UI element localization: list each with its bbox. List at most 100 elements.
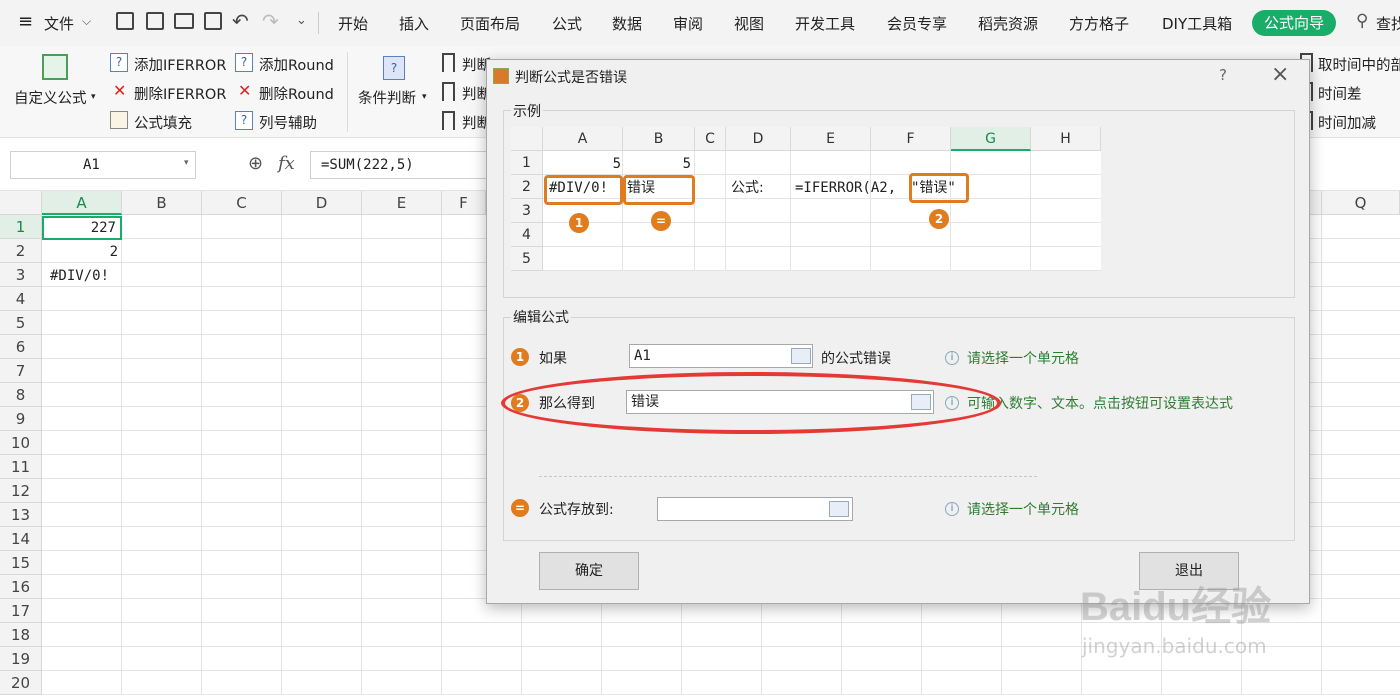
col-header-c[interactable]: C — [202, 191, 282, 215]
preview-icon[interactable] — [204, 12, 222, 30]
tab-diy-toolbox[interactable]: DIY工具箱 — [1162, 13, 1232, 34]
tab-formulas[interactable]: 公式 — [552, 13, 582, 34]
select-range-icon[interactable] — [829, 501, 849, 517]
row-header-2[interactable]: 2 — [0, 239, 42, 263]
row-header-20[interactable]: 20 — [0, 671, 42, 695]
add-round-button[interactable]: 添加Round — [259, 54, 334, 75]
file-menu[interactable]: 文件 — [44, 13, 74, 34]
help-icon: ? — [110, 53, 128, 72]
ex-cell-b1: 5 — [682, 156, 691, 172]
formula-input[interactable]: =SUM(222,5) — [310, 151, 490, 179]
tab-docer[interactable]: 稻壳资源 — [978, 13, 1038, 34]
ex-formula: =IFERROR(A2, — [795, 180, 897, 196]
col-header-q[interactable]: Q — [1322, 191, 1400, 215]
search-label[interactable]: 查找 — [1376, 13, 1400, 34]
bookmark-icon — [442, 82, 455, 101]
delete-iferror-button[interactable]: 删除IFERROR — [134, 83, 226, 104]
tab-formula-wizard[interactable]: 公式向导 — [1252, 10, 1336, 36]
col-header-a[interactable]: A — [42, 191, 122, 215]
custom-formula-button[interactable]: 自定义公式 — [14, 87, 87, 108]
print-icon[interactable] — [174, 13, 194, 29]
store-cell-input[interactable] — [657, 497, 853, 521]
row-header-6[interactable]: 6 — [0, 335, 42, 359]
ex-col-h: H — [1031, 127, 1101, 151]
ribbon-separator — [347, 52, 348, 132]
cell-a2[interactable]: 2 — [42, 240, 122, 264]
menu-separator — [318, 12, 319, 34]
time-add-button[interactable]: 时间加减 — [1318, 112, 1376, 133]
tab-data[interactable]: 数据 — [612, 13, 642, 34]
search-icon[interactable]: ⚲ — [1356, 11, 1368, 31]
export-icon[interactable] — [146, 12, 164, 30]
corner-header[interactable] — [0, 191, 42, 215]
info-icon: i — [945, 502, 959, 516]
hamburger-icon[interactable]: ≡ — [18, 11, 33, 32]
col-header-d[interactable]: D — [282, 191, 362, 215]
row-header-11[interactable]: 11 — [0, 455, 42, 479]
chevron-down-icon[interactable]: ⌵ — [82, 14, 91, 29]
col-helper-button[interactable]: 列号辅助 — [259, 112, 317, 133]
tab-ffcell[interactable]: 方方格子 — [1069, 13, 1129, 34]
row-header-13[interactable]: 13 — [0, 503, 42, 527]
tab-insert[interactable]: 插入 — [399, 13, 429, 34]
condition-button[interactable]: 条件判断 — [358, 87, 416, 108]
row-header-1[interactable]: 1 — [0, 215, 42, 239]
save-icon[interactable] — [116, 12, 134, 30]
close-button[interactable]: × — [1271, 62, 1289, 87]
redo-icon[interactable]: ↷ — [262, 9, 279, 33]
row-header-18[interactable]: 18 — [0, 623, 42, 647]
tab-review[interactable]: 审阅 — [673, 13, 703, 34]
row-header-7[interactable]: 7 — [0, 359, 42, 383]
dialog-title: 判断公式是否错误 — [515, 70, 627, 86]
dropdown-arrow-icon: ▾ — [91, 92, 96, 102]
row-header-9[interactable]: 9 — [0, 407, 42, 431]
select-range-icon[interactable] — [791, 348, 811, 364]
tab-member[interactable]: 会员专享 — [887, 13, 947, 34]
extract-time-button[interactable]: 取时间中的部 — [1318, 54, 1400, 75]
condition-icon: ? — [383, 56, 405, 80]
iferror-dialog: 判断公式是否错误 ? × 示例 A B C D E F G H 1 2 3 4 … — [486, 59, 1310, 604]
add-iferror-button[interactable]: 添加IFERROR — [134, 54, 226, 75]
ex-vline — [870, 151, 871, 271]
col-header-b[interactable]: B — [122, 191, 202, 215]
fx-icon[interactable]: fx — [278, 153, 295, 174]
ok-button[interactable]: 确定 — [539, 552, 639, 590]
row-header-12[interactable]: 12 — [0, 479, 42, 503]
tab-view[interactable]: 视图 — [734, 13, 764, 34]
row-header-5[interactable]: 5 — [0, 311, 42, 335]
ex-row-3: 3 — [511, 199, 543, 223]
row-header-3[interactable]: 3 — [0, 263, 42, 287]
formula-fill-button[interactable]: 公式填充 — [134, 112, 192, 133]
help-button[interactable]: ? — [1219, 66, 1227, 84]
ex-col-a: A — [543, 127, 623, 151]
custom-formula-icon[interactable] — [42, 54, 68, 80]
name-box[interactable]: A1 — [10, 151, 196, 179]
if-cell-input[interactable]: A1 — [629, 344, 813, 368]
row-header-14[interactable]: 14 — [0, 527, 42, 551]
cell-a1[interactable]: 227 — [42, 216, 122, 240]
time-diff-button[interactable]: 时间差 — [1318, 83, 1362, 104]
col-header-e[interactable]: E — [362, 191, 442, 215]
row-header-19[interactable]: 19 — [0, 647, 42, 671]
col-header-f[interactable]: F — [442, 191, 486, 215]
cell-a3[interactable]: #DIV/0! — [42, 264, 122, 288]
tab-home[interactable]: 开始 — [338, 13, 368, 34]
row-header-15[interactable]: 15 — [0, 551, 42, 575]
tab-page-layout[interactable]: 页面布局 — [460, 13, 520, 34]
undo-icon[interactable]: ↶ — [232, 9, 249, 33]
chevron-down-icon[interactable]: ▾ — [184, 158, 189, 168]
row-header-17[interactable]: 17 — [0, 599, 42, 623]
more-icon[interactable]: ⌄ — [296, 13, 307, 28]
help-icon: ? — [235, 111, 253, 130]
ex-vline — [725, 151, 726, 271]
zoom-icon[interactable]: ⊕ — [248, 153, 263, 174]
row-header-4[interactable]: 4 — [0, 287, 42, 311]
row-header-8[interactable]: 8 — [0, 383, 42, 407]
example-sheet: A B C D E F G H 1 2 3 4 5 5 5 #DIV/0! 错误 — [511, 127, 1101, 271]
row-header-10[interactable]: 10 — [0, 431, 42, 455]
row-header-16[interactable]: 16 — [0, 575, 42, 599]
tab-developer[interactable]: 开发工具 — [795, 13, 855, 34]
delete-round-button[interactable]: 删除Round — [259, 83, 334, 104]
col-header-right — [1310, 191, 1322, 215]
menu-bar: ≡ 文件 ⌵ ↶ ↷ ⌄ 开始 插入 页面布局 公式 数据 审阅 视图 开发工具… — [0, 0, 1400, 46]
